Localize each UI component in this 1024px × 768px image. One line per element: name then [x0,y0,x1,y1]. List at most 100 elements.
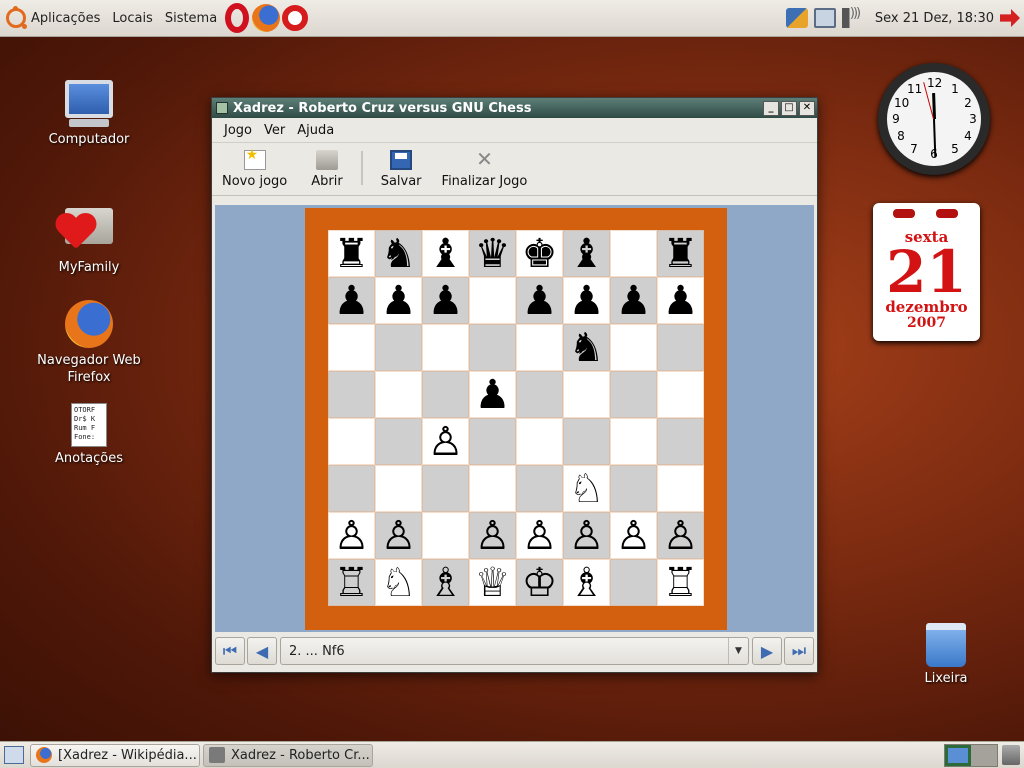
save-button[interactable]: Salvar [381,150,422,189]
board-square[interactable] [610,324,657,371]
board-square[interactable] [657,324,704,371]
end-game-button[interactable]: ✕ Finalizar Jogo [442,149,528,189]
board-square[interactable]: ♟ [375,277,422,324]
board-square[interactable] [328,465,375,512]
board-square[interactable]: ♙ [469,512,516,559]
board-square[interactable] [375,371,422,418]
previous-move-button[interactable]: ◀ [247,637,277,665]
board-square[interactable]: ♚ [516,230,563,277]
board-square[interactable]: ♜ [328,230,375,277]
update-notifier-icon[interactable] [785,8,808,28]
opera-launcher-icon[interactable] [225,3,250,33]
menu-jogo[interactable]: Jogo [218,123,258,138]
menu-applications[interactable]: Aplicações [0,0,106,37]
show-desktop-icon[interactable] [4,746,24,764]
board-square[interactable] [563,418,610,465]
desktop-icon-computer[interactable]: Computador [34,80,144,147]
workspace-2[interactable] [971,744,997,766]
board-square[interactable] [375,324,422,371]
chess-board[interactable]: ♜ ♞ ♝ ♛ ♚ ♝ ♜ ♟ ♟ ♟ ♟ ♟ ♟ ♟ ♞ ♟ ♙ ♘ ♙ ♙ ♙ ♙ ♙ ♙ ♙ ♖ ♘ ♗ ♕ ♔ ♗ ♖ [328,230,704,606]
workspace-1[interactable] [945,744,971,766]
board-square[interactable]: ♛ [469,230,516,277]
board-square[interactable]: ♟ [469,371,516,418]
board-square[interactable] [610,465,657,512]
board-square[interactable] [469,465,516,512]
window-titlebar[interactable]: Xadrez - Roberto Cruz versus GNU Chess _… [212,98,817,118]
board-square[interactable]: ♟ [328,277,375,324]
menu-system[interactable]: Sistema [159,0,223,37]
help-launcher-icon[interactable] [282,5,309,31]
board-square[interactable] [422,465,469,512]
menu-ajuda[interactable]: Ajuda [291,123,340,138]
board-square[interactable] [610,371,657,418]
board-square[interactable] [469,277,516,324]
minimize-button[interactable]: _ [763,100,779,116]
board-square[interactable]: ♗ [422,559,469,606]
board-square[interactable]: ♜ [657,230,704,277]
board-square[interactable]: ♝ [563,230,610,277]
trash-applet-icon[interactable] [1002,745,1020,765]
board-square[interactable] [469,324,516,371]
board-square[interactable] [328,324,375,371]
window-menu-icon[interactable] [216,102,228,114]
clock-widget[interactable]: 12 1 2 3 4 5 6 7 8 9 10 11 [878,63,990,175]
board-square[interactable] [610,559,657,606]
move-history-combo[interactable]: 2. ... Nf6 ▼ [280,637,749,665]
taskbar-item-chess[interactable]: Xadrez - Roberto Cr... [203,743,373,767]
board-square[interactable]: ♘ [563,465,610,512]
board-square[interactable]: ♟ [657,277,704,324]
board-square[interactable] [328,371,375,418]
desktop-icon-myfamily[interactable]: MyFamily [34,200,144,275]
menu-ver[interactable]: Ver [258,123,291,138]
close-button[interactable]: ✕ [799,100,815,116]
workspace-switcher[interactable] [944,743,998,767]
board-square[interactable]: ♙ [422,418,469,465]
panel-clock[interactable]: Sex 21 Dez, 18:30 [875,11,994,26]
desktop-icon-notes[interactable]: OTORF Dr$ K Rum F Fone: Anotações [34,403,144,466]
board-square[interactable]: ♙ [516,512,563,559]
board-square[interactable]: ♝ [422,230,469,277]
first-move-button[interactable]: ⏮ [215,637,245,665]
board-square[interactable] [422,512,469,559]
network-icon[interactable] [813,8,836,28]
board-square[interactable] [328,418,375,465]
volume-icon[interactable] [841,6,864,28]
desktop-icon-firefox[interactable]: Navegador Web Firefox [34,300,144,386]
chevron-down-icon[interactable]: ▼ [728,638,748,664]
last-move-button[interactable]: ⏭ [784,637,814,665]
desktop-icon-trash[interactable]: Lixeira [891,623,1001,686]
board-square[interactable] [516,465,563,512]
board-square[interactable] [422,371,469,418]
board-square[interactable]: ♟ [563,277,610,324]
board-square[interactable] [422,324,469,371]
logout-icon[interactable] [1000,9,1020,27]
board-square[interactable]: ♞ [375,230,422,277]
maximize-button[interactable]: □ [781,100,797,116]
new-game-button[interactable]: Novo jogo [222,147,287,189]
board-square[interactable]: ♔ [516,559,563,606]
menu-places[interactable]: Locais [106,0,158,37]
open-button[interactable]: Abrir [311,150,343,189]
board-square[interactable]: ♟ [610,277,657,324]
board-square[interactable] [563,371,610,418]
board-square[interactable]: ♙ [657,512,704,559]
board-square[interactable] [375,418,422,465]
board-square[interactable] [657,465,704,512]
board-square[interactable] [516,418,563,465]
board-square[interactable]: ♖ [328,559,375,606]
board-square[interactable]: ♙ [563,512,610,559]
board-square[interactable]: ♕ [469,559,516,606]
board-square[interactable]: ♖ [657,559,704,606]
board-square[interactable]: ♞ [563,324,610,371]
board-square[interactable]: ♟ [516,277,563,324]
board-square[interactable]: ♟ [422,277,469,324]
board-square[interactable]: ♗ [563,559,610,606]
next-move-button[interactable]: ▶ [752,637,782,665]
firefox-launcher-icon[interactable] [252,4,281,32]
board-square[interactable] [516,371,563,418]
board-square[interactable] [657,418,704,465]
board-square[interactable] [657,371,704,418]
board-square[interactable] [375,465,422,512]
taskbar-item-firefox[interactable]: [Xadrez - Wikipédia... [30,743,200,767]
board-square[interactable] [610,418,657,465]
